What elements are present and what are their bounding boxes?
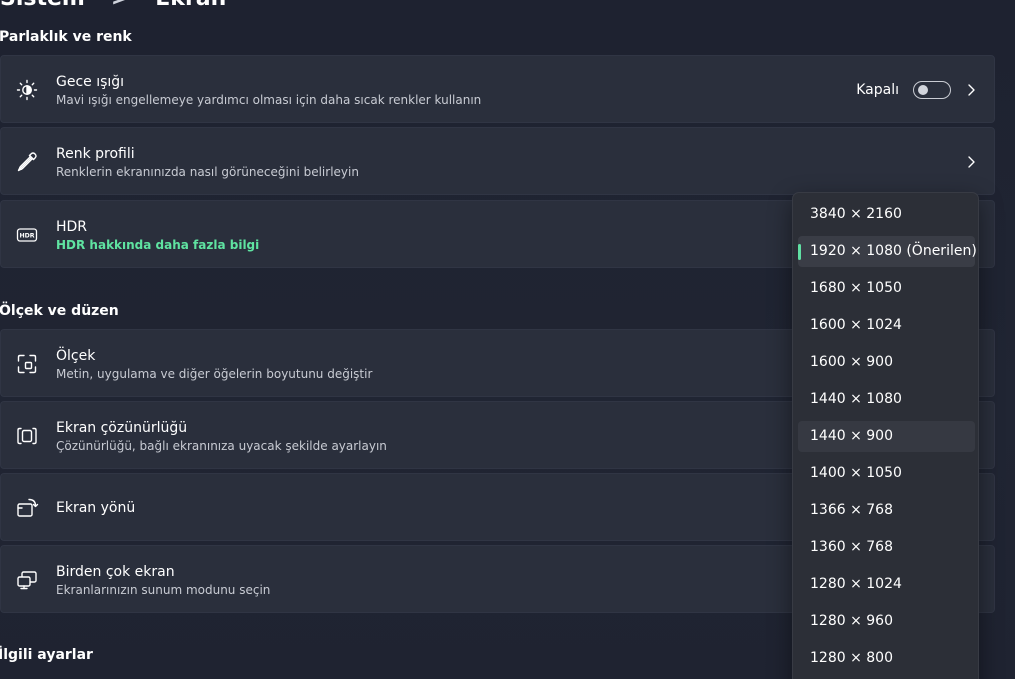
hdr-icon: HDR — [15, 223, 39, 247]
orientation-title: Ekran yönü — [56, 500, 136, 516]
resolution-option[interactable]: 1600 × 900 — [798, 347, 975, 378]
resolution-option-selected[interactable]: 1920 × 1080 (Önerilen) — [798, 236, 977, 267]
svg-text:HDR: HDR — [19, 232, 34, 239]
page-title: Ekran — [155, 0, 226, 11]
night-light-toggle-label: Kapalı — [856, 82, 899, 98]
scale-icon — [15, 352, 39, 376]
resolution-option[interactable]: 1280 × 960 — [798, 606, 975, 637]
resolution-dropdown[interactable]: 3840 × 2160 1920 × 1080 (Önerilen) 1680 … — [792, 192, 979, 679]
night-light-toggle[interactable] — [913, 81, 951, 99]
resolution-title: Ekran çözünürlüğü — [56, 420, 188, 436]
resolution-option[interactable]: 1280 × 1024 — [798, 569, 975, 600]
settings-window: Sistem > Ekran Parlaklık ve renk Gece ışığ… — [0, 0, 1015, 679]
night-light-icon — [15, 78, 39, 102]
section-title-scale: Ölçek ve düzen — [0, 303, 119, 319]
resolution-option[interactable]: 1366 × 768 — [798, 495, 975, 526]
rotate-screen-icon — [15, 496, 39, 520]
resolution-option[interactable]: 1280 × 800 — [798, 643, 975, 674]
resolution-option[interactable]: 1440 × 1080 — [798, 384, 975, 415]
scale-title: Ölçek — [56, 348, 96, 364]
resolution-option[interactable]: 3840 × 2160 — [798, 199, 975, 230]
toggle-knob — [918, 85, 928, 95]
color-profile-subtitle: Renklerin ekranınızda nasıl görüneceğini… — [56, 165, 359, 179]
eyedropper-icon — [15, 150, 39, 174]
color-profile-card[interactable]: Renk profili Renklerin ekranınızda nasıl… — [0, 127, 995, 195]
scale-subtitle: Metin, uygulama ve diğer öğelerin boyutu… — [56, 367, 373, 381]
night-light-subtitle: Mavi ışığı engellemeye yardımcı olması i… — [56, 93, 482, 107]
breadcrumb-parent[interactable]: Sistem — [0, 0, 85, 11]
resolution-option-label: 1920 × 1080 (Önerilen) — [810, 243, 977, 259]
section-title-brightness: Parlaklık ve renk — [0, 29, 132, 45]
resolution-option-hovered[interactable]: 1440 × 900 — [798, 421, 975, 452]
selection-indicator — [798, 244, 801, 260]
multiple-displays-icon — [15, 568, 39, 592]
section-title-related: İlgili ayarlar — [0, 647, 93, 663]
resolution-subtitle: Çözünürlüğü, bağlı ekranınıza uyacak şek… — [56, 439, 387, 453]
chevron-right-icon[interactable] — [966, 155, 976, 169]
resolution-option[interactable]: 1360 × 768 — [798, 532, 975, 563]
hdr-learn-more-link[interactable]: HDR hakkında daha fazla bilgi — [56, 238, 259, 252]
night-light-title: Gece ışığı — [56, 74, 125, 90]
resolution-option[interactable]: 1400 × 1050 — [798, 458, 975, 489]
breadcrumb-separator: > — [111, 0, 129, 11]
multiple-displays-title: Birden çok ekran — [56, 564, 175, 580]
hdr-title: HDR — [56, 219, 88, 235]
chevron-right-icon[interactable] — [966, 83, 976, 97]
color-profile-title: Renk profili — [56, 146, 135, 162]
resolution-option[interactable]: 1600 × 1024 — [798, 310, 975, 341]
breadcrumb: Sistem > Ekran — [0, 0, 226, 11]
resolution-icon — [15, 424, 39, 448]
resolution-option[interactable]: 1680 × 1050 — [798, 273, 975, 304]
night-light-card[interactable]: Gece ışığı Mavi ışığı engellemeye yardım… — [0, 55, 995, 123]
multiple-displays-subtitle: Ekranlarınızın sunum modunu seçin — [56, 583, 271, 597]
